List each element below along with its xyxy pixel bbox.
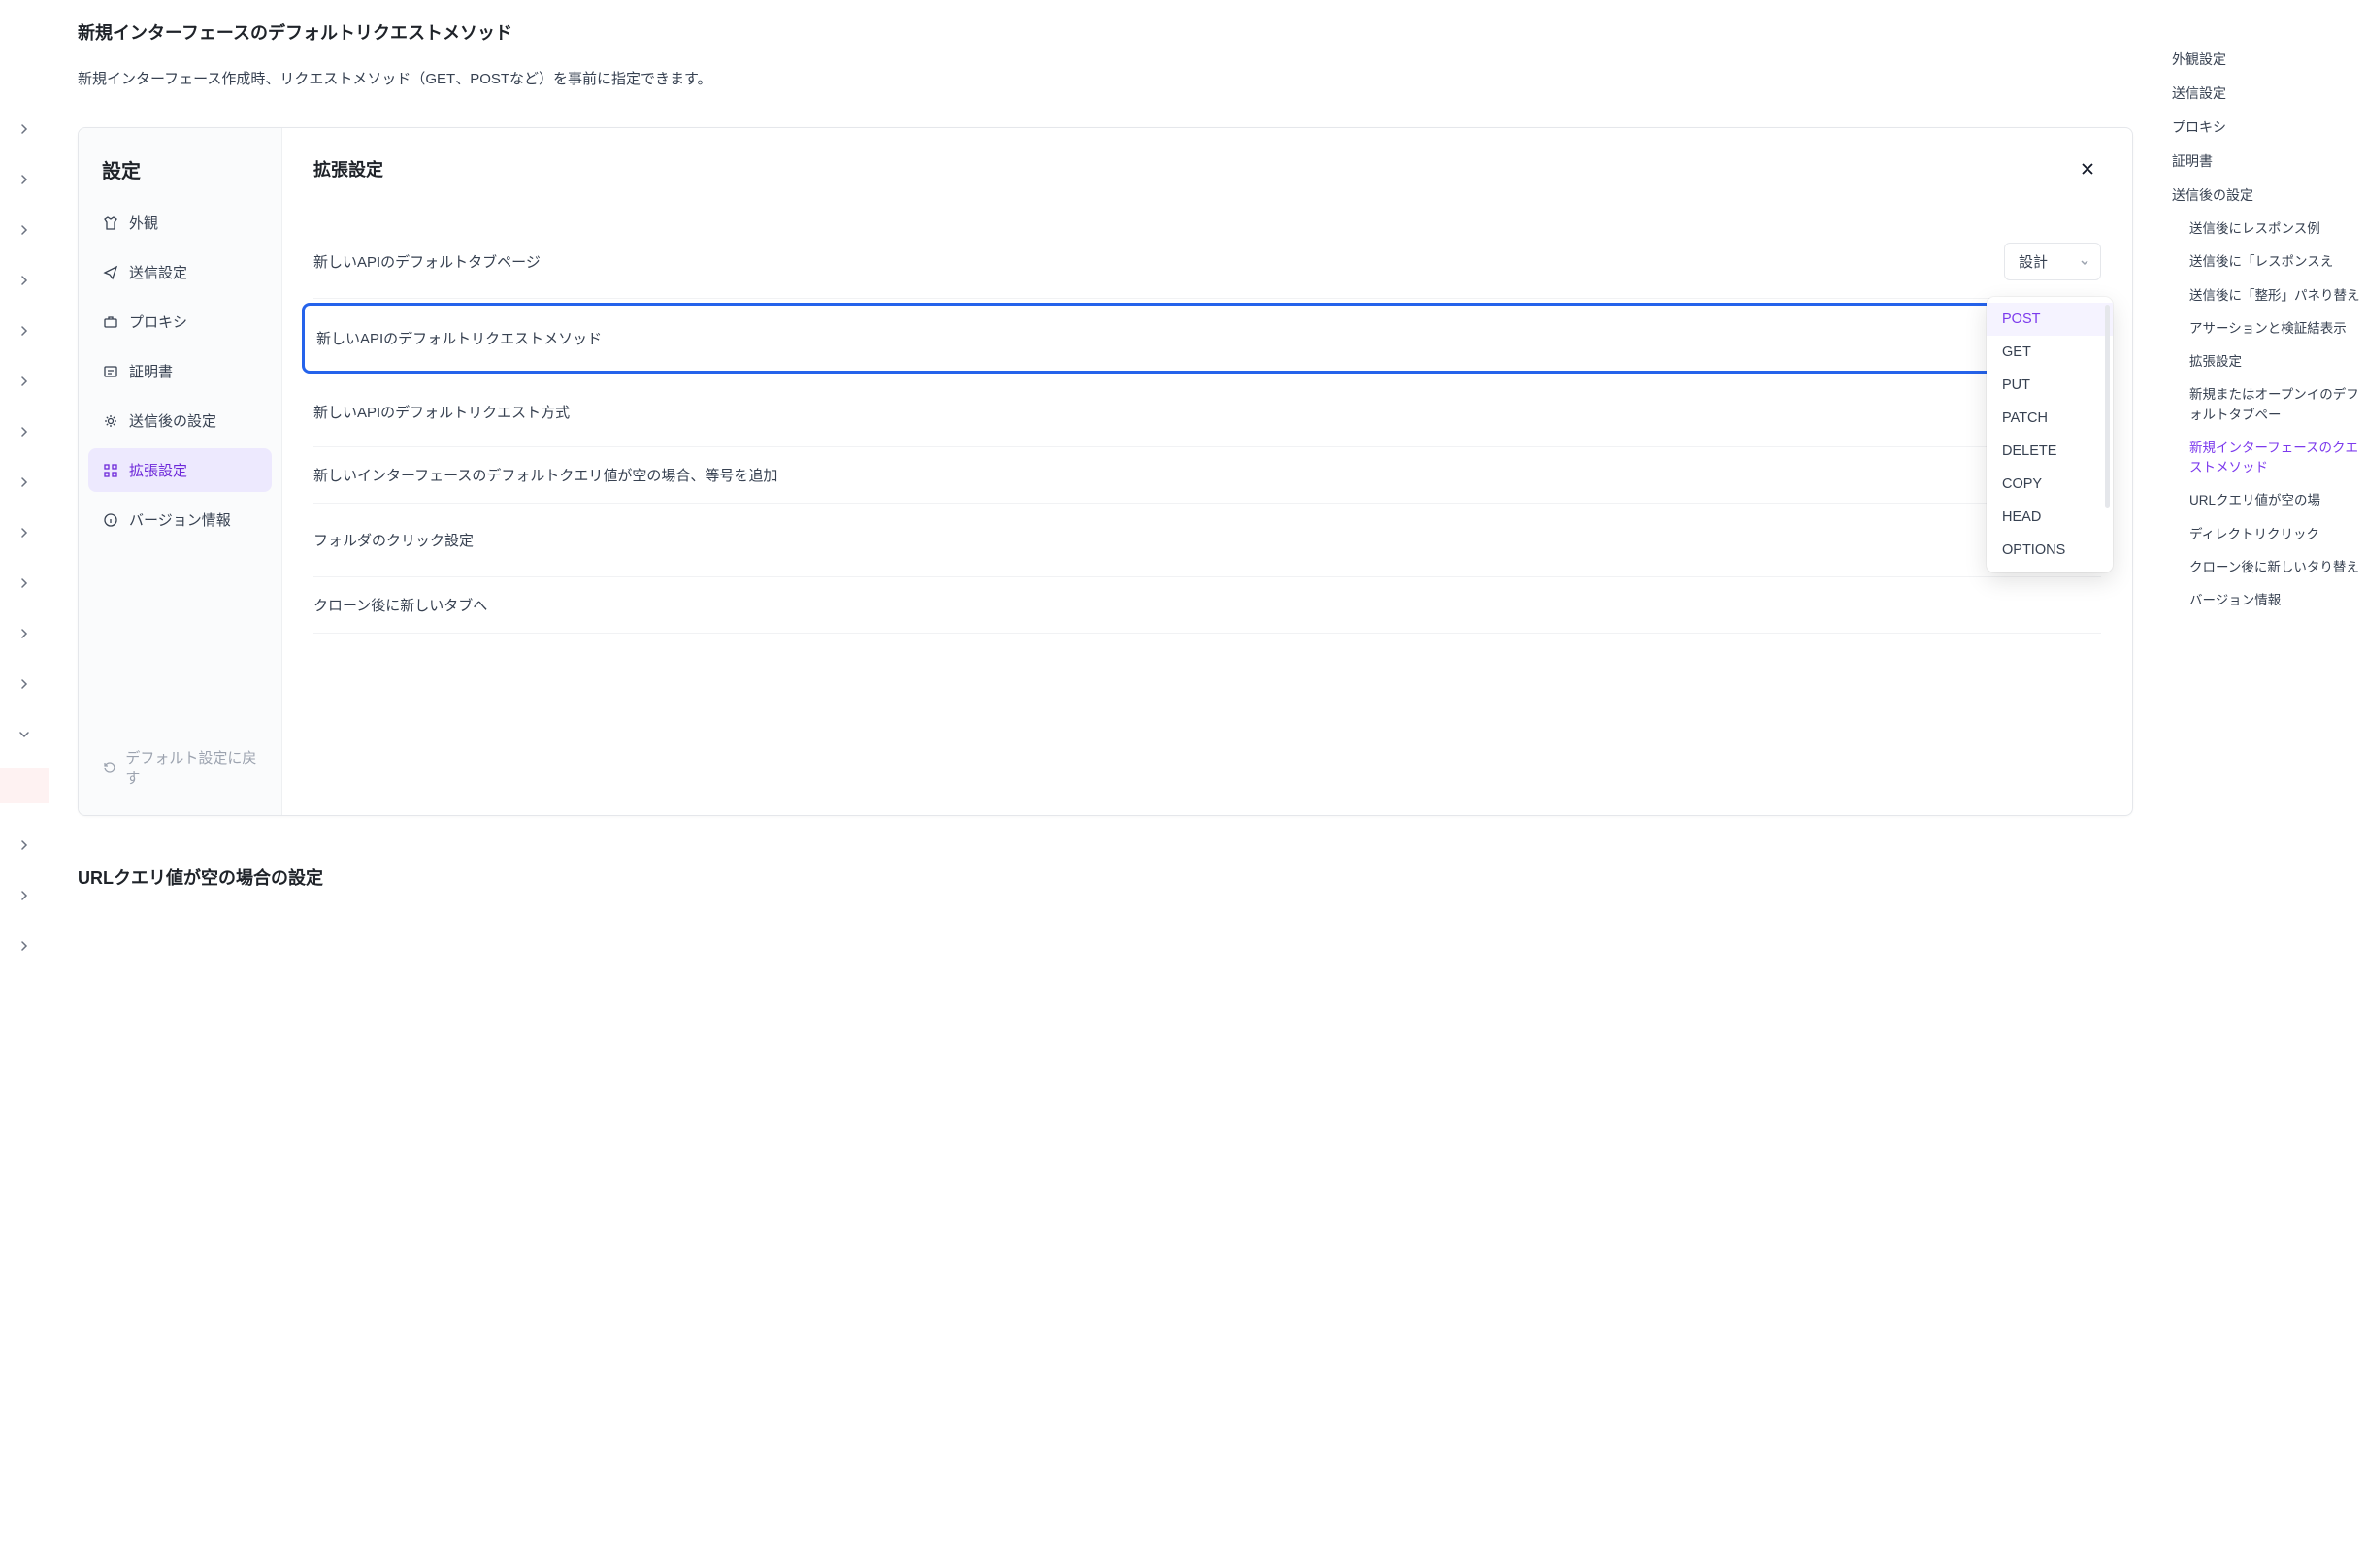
reset-icon	[102, 759, 117, 776]
close-icon	[2080, 161, 2095, 177]
rail-chevron-icon[interactable]	[16, 887, 33, 904]
left-rail	[0, 0, 49, 1568]
sidebar-item-label: 送信後の設定	[129, 410, 216, 431]
setting-row-default-method: 新しいAPIのデフォルトリクエストメソッド POST	[302, 303, 2113, 374]
setting-row-clone-tab: クローン後に新しいタブへ	[313, 577, 2101, 634]
method-dropdown: POST GET PUT PATCH DELETE COPY HEAD OPTI…	[1987, 297, 2113, 572]
info-icon	[102, 511, 119, 529]
setting-label: フォルダのクリック設定	[313, 530, 474, 550]
rail-chevron-icon[interactable]	[16, 322, 33, 340]
dropdown-option-options[interactable]: OPTIONS	[1987, 534, 2113, 567]
rail-highlight	[0, 768, 49, 803]
dropdown-option-head[interactable]: HEAD	[1987, 501, 2113, 534]
sidebar-item-label: プロキシ	[129, 311, 187, 332]
send-icon	[102, 264, 119, 281]
toc-item[interactable]: プロキシ	[2172, 111, 2366, 145]
rail-chevron-icon[interactable]	[16, 625, 33, 642]
dropdown-option-post[interactable]: POST	[1987, 303, 2113, 336]
sidebar-item-appearance[interactable]: 外観	[88, 201, 272, 245]
dropdown-option-put[interactable]: PUT	[1987, 369, 2113, 402]
toc-item[interactable]: 送信後に「整形」パネり替え	[2172, 279, 2366, 312]
setting-label: 新しいAPIのデフォルトリクエスト方式	[313, 402, 570, 422]
rail-chevron-icon[interactable]	[16, 221, 33, 239]
sidebar-item-label: 証明書	[129, 361, 173, 381]
table-of-contents: 外観設定 送信設定 プロキシ 証明書 送信後の設定 送信後にレスポンス例 送信後…	[2172, 0, 2366, 1568]
toc-item[interactable]: 送信後に「レスポンスえ	[2172, 245, 2366, 278]
toc-item[interactable]: 新規またはオープンイのデフォルトタブペー	[2172, 378, 2366, 432]
dropdown-option-patch[interactable]: PATCH	[1987, 402, 2113, 435]
toc-item[interactable]: 送信後の設定	[2172, 179, 2366, 212]
toc-item[interactable]: 拡張設定	[2172, 345, 2366, 378]
select-value: 設計	[2019, 254, 2048, 271]
grid-icon	[102, 462, 119, 479]
rail-chevron-icon[interactable]	[16, 171, 33, 188]
rail-chevron-icon[interactable]	[16, 836, 33, 854]
toc-item[interactable]: アサーションと検証結表示	[2172, 312, 2366, 345]
sidebar-item-advanced[interactable]: 拡張設定	[88, 448, 272, 492]
toc-item[interactable]: ディレクトリクリック	[2172, 518, 2366, 551]
toc-item[interactable]: 送信設定	[2172, 77, 2366, 111]
toc-item-active[interactable]: 新規インターフェースのクエストメソッド	[2172, 432, 2366, 485]
sidebar-item-postsend[interactable]: 送信後の設定	[88, 399, 272, 442]
modal-sidebar: 設定 外観 送信設定 プロキシ 証明書	[79, 128, 282, 815]
rail-chevron-icon[interactable]	[16, 524, 33, 541]
dropdown-option-copy[interactable]: COPY	[1987, 468, 2113, 501]
badge-icon	[102, 363, 119, 380]
reset-defaults-button[interactable]: デフォルト設定に戻す	[88, 737, 272, 798]
rail-chevron-icon[interactable]	[16, 675, 33, 693]
reset-defaults-label: デフォルト設定に戻す	[125, 747, 258, 788]
sidebar-item-version[interactable]: バージョン情報	[88, 498, 272, 541]
modal-content: 拡張設定 新しいAPIのデフォルトタブページ 設計 新しいAPIのデフォルトリク…	[282, 128, 2132, 815]
rail-chevron-icon[interactable]	[16, 937, 33, 955]
select-default-tab[interactable]: 設計	[2004, 243, 2101, 280]
gear-icon	[102, 412, 119, 430]
close-button[interactable]	[2074, 155, 2101, 182]
sidebar-item-label: 外観	[129, 212, 158, 233]
setting-row-default-tab: 新しいAPIのデフォルトタブページ 設計	[313, 225, 2101, 299]
sidebar-item-certificate[interactable]: 証明書	[88, 349, 272, 393]
toc-item[interactable]: 送信後にレスポンス例	[2172, 212, 2366, 245]
settings-modal: 設定 外観 送信設定 プロキシ 証明書	[78, 127, 2133, 816]
shirt-icon	[102, 214, 119, 232]
rail-chevron-icon[interactable]	[16, 423, 33, 441]
sidebar-item-label: 拡張設定	[129, 460, 187, 480]
briefcase-icon	[102, 313, 119, 331]
main-content: 新規インターフェースのデフォルトリクエストメソッド 新規インターフェース作成時、…	[49, 0, 2172, 1568]
page-title: 新規インターフェースのデフォルトリクエストメソッド	[78, 19, 2133, 45]
setting-label: 新しいAPIのデフォルトタブページ	[313, 251, 541, 272]
dropdown-option-get[interactable]: GET	[1987, 336, 2113, 369]
rail-chevron-down-icon[interactable]	[16, 726, 33, 743]
rail-chevron-icon[interactable]	[16, 474, 33, 491]
sidebar-item-label: 送信設定	[129, 262, 187, 282]
sidebar-item-send[interactable]: 送信設定	[88, 250, 272, 294]
next-section-title: URLクエリ値が空の場合の設定	[78, 865, 2133, 890]
setting-row-request-type: 新しいAPIのデフォルトリクエスト方式 none	[313, 377, 2101, 447]
setting-label: 新しいインターフェースのデフォルトクエリ値が空の場合、等号を追加	[313, 465, 777, 485]
rail-chevron-icon[interactable]	[16, 272, 33, 289]
setting-label: クローン後に新しいタブへ	[313, 595, 487, 615]
rail-chevron-icon[interactable]	[16, 373, 33, 390]
dropdown-option-delete[interactable]: DELETE	[1987, 435, 2113, 468]
setting-row-empty-query: 新しいインターフェースのデフォルトクエリ値が空の場合、等号を追加	[313, 447, 2101, 504]
toc-item[interactable]: バージョン情報	[2172, 584, 2366, 617]
modal-sidebar-title: 設定	[88, 155, 272, 201]
toc-item[interactable]: クローン後に新しいタり替え	[2172, 551, 2366, 584]
dropdown-scrollbar[interactable]	[2105, 305, 2110, 508]
setting-label: 新しいAPIのデフォルトリクエストメソッド	[316, 328, 602, 348]
rail-chevron-icon[interactable]	[16, 120, 33, 138]
toc-item[interactable]: URLクエリ値が空の場	[2172, 484, 2366, 517]
rail-chevron-icon[interactable]	[16, 574, 33, 592]
setting-row-folder-click: フォルダのクリック設定 タブ	[313, 504, 2101, 577]
toc-item[interactable]: 証明書	[2172, 145, 2366, 179]
sidebar-item-proxy[interactable]: プロキシ	[88, 300, 272, 343]
page-description: 新規インターフェース作成時、リクエストメソッド（GET、POSTなど）を事前に指…	[78, 68, 2133, 88]
modal-title: 拡張設定	[313, 156, 383, 181]
sidebar-item-label: バージョン情報	[129, 509, 231, 530]
toc-item[interactable]: 外観設定	[2172, 43, 2366, 77]
chevron-down-icon	[2079, 256, 2090, 268]
